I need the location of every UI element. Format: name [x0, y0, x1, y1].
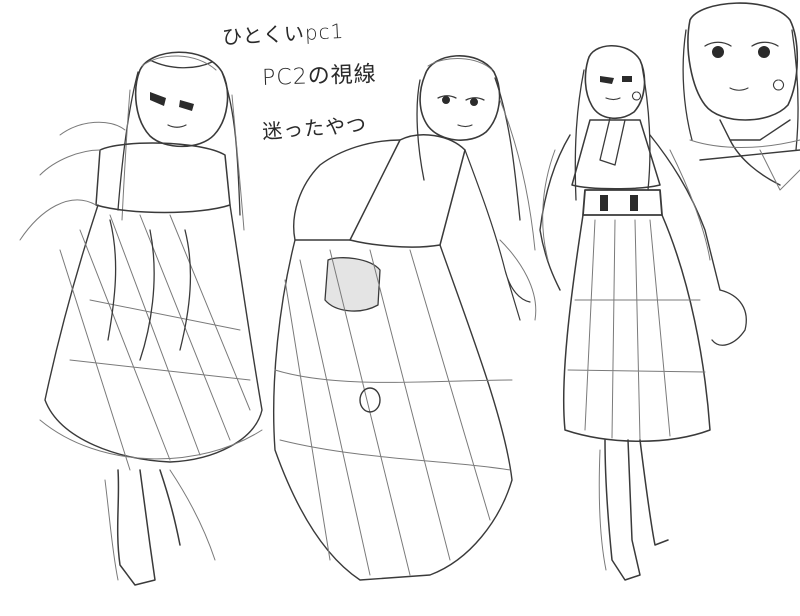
figure-1-body — [19, 121, 263, 586]
portrait-sketch — [682, 2, 800, 191]
figure-1-sketch — [19, 51, 263, 586]
handwritten-note-2: PC2の視線 — [261, 62, 378, 91]
sketch-canvas — [19, 2, 800, 586]
figure-2-head — [416, 55, 536, 251]
sketch-sheet: ひとくいpc1 PC2の視線 迷ったやつ — [0, 0, 800, 612]
figure-2-body — [273, 134, 537, 581]
figure-3-head — [574, 45, 651, 201]
figure-1-head — [117, 51, 245, 231]
figure-3-sketch — [539, 45, 747, 581]
figure-3-body — [539, 117, 747, 581]
